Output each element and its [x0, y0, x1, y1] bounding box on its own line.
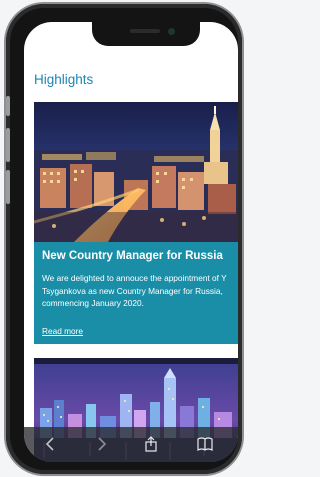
read-more-link[interactable]: Read more: [42, 326, 83, 336]
article-description-line: commencing January 2020.: [42, 298, 144, 308]
article-description-line: Tsygankova as new Country Manager for Ru…: [42, 285, 223, 296]
volume-up-button: [6, 128, 10, 162]
section-title: Highlights: [34, 72, 94, 87]
article-description-line: We are delighted to annouce the appointm…: [42, 273, 227, 283]
browser-toolbar: [24, 427, 238, 462]
bookmarks-icon[interactable]: [196, 436, 214, 452]
section-header: Highlights: [24, 52, 238, 92]
forward-icon[interactable]: [92, 436, 110, 452]
back-icon[interactable]: [42, 436, 60, 452]
share-icon[interactable]: [142, 436, 160, 452]
mute-switch: [6, 96, 10, 116]
front-camera: [168, 28, 175, 35]
article-title[interactable]: New Country Manager for Russia: [42, 250, 223, 262]
article-card: New Country Manager for Russia We are de…: [34, 242, 238, 344]
phone-screen: Highlights New Country Manager for Russi…: [24, 22, 238, 462]
volume-down-button: [6, 170, 10, 204]
phone-frame: Highlights New Country Manager for Russi…: [6, 4, 242, 474]
speaker: [130, 29, 160, 33]
notch: [92, 22, 200, 46]
moscow-night-photo[interactable]: [34, 102, 238, 242]
article-description: We are delighted to annouce the appointm…: [42, 272, 238, 310]
